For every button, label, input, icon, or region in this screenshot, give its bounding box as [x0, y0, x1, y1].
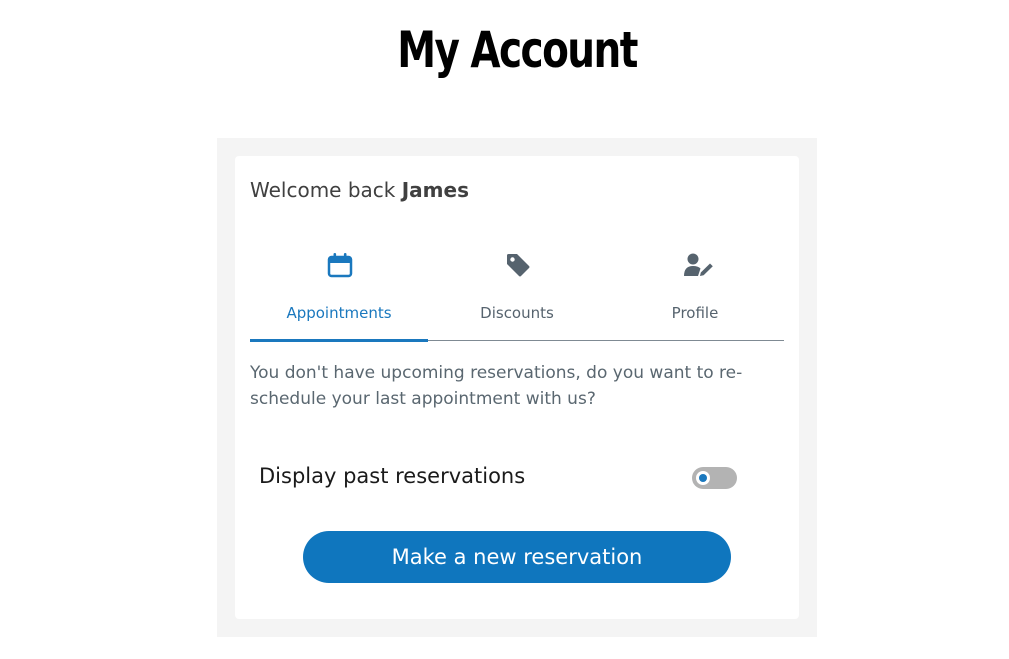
past-reservations-toggle[interactable]	[692, 467, 737, 489]
tab-appointments[interactable]: Appointments	[250, 246, 428, 342]
new-reservation-button[interactable]: Make a new reservation	[303, 531, 731, 583]
tab-appointments-label: Appointments	[286, 304, 392, 322]
past-reservations-label: Display past reservations	[259, 464, 526, 488]
tag-icon	[505, 252, 531, 278]
account-panel: Welcome back James Appointments Discount…	[217, 138, 817, 637]
account-card: Welcome back James Appointments Discount…	[235, 156, 799, 619]
past-reservations-row: Display past reservations	[259, 462, 737, 494]
toggle-knob	[696, 471, 710, 485]
tab-profile[interactable]: Profile	[606, 246, 784, 340]
user-name: James	[401, 178, 469, 202]
no-reservations-message: You don't have upcoming reservations, do…	[250, 363, 743, 409]
user-edit-icon	[683, 252, 713, 278]
page-title: My Account	[397, 21, 638, 79]
tab-discounts[interactable]: Discounts	[428, 246, 606, 340]
tab-discounts-label: Discounts	[480, 304, 554, 322]
welcome-prefix: Welcome back	[250, 178, 402, 202]
tab-profile-label: Profile	[671, 304, 719, 322]
calendar-icon	[327, 252, 353, 278]
account-tabs: Appointments Discounts Profile	[250, 246, 784, 342]
welcome-message: Welcome back James	[250, 178, 469, 202]
